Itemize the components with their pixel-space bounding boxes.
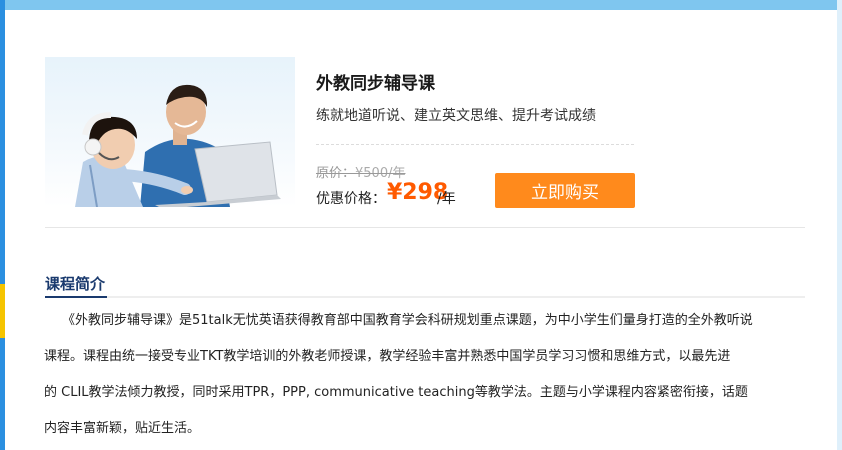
intro-line: 课程。课程由统一接受专业TKT教学培训的外教老师授课，教学经验丰富并熟悉中国学员… [44, 349, 731, 364]
intro-heading: 课程简介 [45, 275, 106, 293]
intro-line: 内容丰富新颖，贴近生活。 [44, 421, 201, 436]
original-price: 原价：¥500/年 [316, 162, 405, 181]
sale-price-unit: /年 [437, 191, 456, 207]
heading-underline [45, 296, 805, 298]
buy-now-button[interactable]: 立即购买 [495, 173, 635, 208]
original-price-label: 原价： [316, 166, 356, 181]
sale-price-label: 优惠价格： [316, 191, 386, 207]
intro-line: 的 CLIL教学法倾力教授，同时采用TPR，PPP, communicative… [44, 385, 748, 400]
course-subtitle: 练就地道听说、建立英文思维、提升考试成绩 [316, 108, 596, 124]
intro-description: 《外教同步辅导课》是51talk无忧英语获得教育部中国教育学会科研规划重点课题，… [44, 303, 812, 447]
intro-line: 《外教同步辅导课》是51talk无忧英语获得教育部中国教育学会科研规划重点课题，… [62, 313, 753, 328]
course-title: 外教同步辅导课 [316, 74, 435, 94]
right-edge-strip [837, 0, 842, 450]
teacher-and-child-at-laptop-photo [75, 84, 281, 207]
left-accent-strip [0, 0, 5, 284]
original-price-value: ¥500/年 [355, 166, 406, 181]
course-image [45, 57, 295, 207]
price-divider [316, 144, 634, 145]
left-accent-strip [0, 338, 5, 450]
left-accent-strip-highlight [0, 284, 5, 338]
heading-underline-accent [45, 296, 107, 298]
scallop-border [0, 4, 842, 16]
section-divider [45, 227, 805, 228]
